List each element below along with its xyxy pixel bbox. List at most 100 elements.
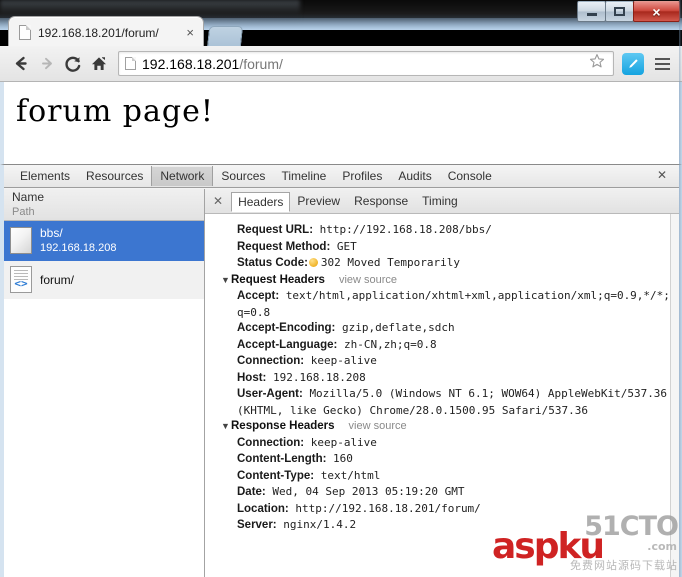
omnibox-url: 192.168.18.201/forum/ <box>142 56 589 72</box>
header-name: Content-Type: <box>237 469 315 482</box>
collapse-triangle-icon: ▼ <box>221 421 230 431</box>
tab-title: 192.168.18.201/forum/ <box>38 25 159 40</box>
detail-scrollbar[interactable] <box>670 214 679 577</box>
response-headers-section-title[interactable]: ▼Response Headers view source <box>221 419 673 435</box>
header-value: 160 <box>333 452 353 465</box>
forward-button[interactable] <box>34 51 60 77</box>
resource-row-text: forum/ <box>40 273 74 287</box>
header-value: text/html,application/xhtml+xml,applicat… <box>237 289 670 319</box>
header-value: Wed, 04 Sep 2013 05:19:20 GMT <box>272 485 465 498</box>
header-value: keep-alive <box>310 354 377 367</box>
maximize-icon <box>614 7 625 16</box>
resp-header-connection: Connection: keep-alive <box>221 435 673 452</box>
subtab-timing[interactable]: Timing <box>415 191 465 211</box>
tab-strip: 192.168.18.201/forum/ × <box>0 16 682 48</box>
status-code-text: Moved Temporarily <box>347 256 461 269</box>
subtab-headers[interactable]: Headers <box>231 191 291 212</box>
summary-value: http://192.168.18.208/bbs/ <box>319 223 492 236</box>
header-value: zh-CN,zh;q=0.8 <box>343 337 437 351</box>
column-header-path: Path <box>12 206 35 218</box>
back-button[interactable] <box>8 51 34 77</box>
resp-header-content-length: Content-Length: 160 <box>221 451 673 468</box>
view-source-link[interactable]: view source <box>349 420 407 432</box>
address-bar[interactable]: 192.168.18.201/forum/ <box>118 51 614 76</box>
headers-content: Request URL: http://192.168.18.208/bbs/ … <box>205 214 679 577</box>
header-name: Location: <box>237 502 289 515</box>
tab-console[interactable]: Console <box>440 166 500 186</box>
html-document-icon: <> <box>10 266 32 293</box>
tab-network[interactable]: Network <box>151 166 214 186</box>
section-label: Response Headers <box>231 420 335 432</box>
header-name: Accept: <box>237 290 280 302</box>
header-accept-language: Accept-Language: zh-CN,zh;q=0.8 <box>221 337 673 354</box>
detail-close-icon[interactable]: ✕ <box>211 195 231 207</box>
arrow-left-icon <box>15 56 27 71</box>
header-name: Connection: <box>237 355 305 367</box>
header-accept: Accept: text/html,application/xhtml+xml,… <box>221 288 673 320</box>
header-name: Host: <box>237 371 267 384</box>
summary-value: GET <box>336 239 357 253</box>
omnibox-path: /forum/ <box>239 55 283 72</box>
header-name: Content-Length: <box>237 453 327 465</box>
tab-resources[interactable]: Resources <box>78 166 151 186</box>
section-label: Request Headers <box>231 273 325 286</box>
header-value: gzip,deflate,sdch <box>342 321 455 334</box>
header-connection: Connection: keep-alive <box>221 353 673 370</box>
page-viewport: forum page! <box>0 82 682 164</box>
summary-request-method: Request Method: GET <box>221 239 673 256</box>
summary-status-code: Status Code: 302 Moved Temporarily <box>221 255 673 272</box>
resp-header-server: Server: nginx/1.4.2 <box>221 517 673 534</box>
header-value: text/html <box>320 468 381 482</box>
tab-close-icon[interactable]: × <box>183 26 197 39</box>
resource-row-forum[interactable]: <> forum/ <box>4 261 204 299</box>
summary-label: Request Method: <box>237 240 331 253</box>
tab-elements[interactable]: Elements <box>12 166 78 186</box>
resource-list-empty-area <box>4 299 204 577</box>
chrome-menu-button[interactable] <box>650 52 674 76</box>
reload-button[interactable] <box>60 51 86 77</box>
browser-toolbar: 192.168.18.201/forum/ <box>0 46 682 82</box>
header-name: Accept-Language: <box>237 338 338 351</box>
resp-header-content-type: Content-Type: text/html <box>221 468 673 485</box>
tab-sources[interactable]: Sources <box>213 166 273 186</box>
header-user-agent: User-Agent: Mozilla/5.0 (Windows NT 6.1;… <box>221 386 673 418</box>
tab-timeline[interactable]: Timeline <box>273 166 334 186</box>
devtools-body: Name Path bbs/ 192.168.18.208 <> forum/ … <box>4 189 679 577</box>
status-code-value: 302 <box>320 256 341 269</box>
subtab-response[interactable]: Response <box>347 191 415 211</box>
devtools-panel: Elements Resources Network Sources Timel… <box>0 164 682 577</box>
view-source-link[interactable]: view source <box>339 274 397 286</box>
devtools-close-icon[interactable]: ✕ <box>657 169 667 181</box>
tab-profiles[interactable]: Profiles <box>334 166 390 186</box>
summary-label: Status Code: <box>237 257 308 269</box>
request-headers-section-title[interactable]: ▼Request Headers view source <box>221 273 673 289</box>
omnibox-favicon-icon <box>125 57 136 70</box>
browser-tab-active[interactable]: 192.168.18.201/forum/ × <box>8 16 204 48</box>
tab-audits[interactable]: Audits <box>390 166 439 186</box>
extension-button[interactable] <box>622 52 644 75</box>
new-tab-button[interactable] <box>206 26 244 48</box>
header-value: http://192.168.18.201/forum/ <box>295 501 481 515</box>
summary-label: Request URL: <box>237 224 314 236</box>
header-name: Accept-Encoding: <box>237 322 336 334</box>
devtools-tabbar: Elements Resources Network Sources Timel… <box>4 165 679 188</box>
bookmark-star-icon[interactable] <box>589 53 605 74</box>
header-name: User-Agent: <box>237 388 303 400</box>
resource-row-text: bbs/ 192.168.18.208 <box>40 226 116 255</box>
home-button[interactable] <box>86 51 112 77</box>
resource-path: 192.168.18.208 <box>40 242 117 254</box>
subtab-preview[interactable]: Preview <box>290 191 347 211</box>
header-value: nginx/1.4.2 <box>283 518 357 531</box>
network-resource-list: Name Path bbs/ 192.168.18.208 <> forum/ <box>4 189 205 577</box>
header-name: Date: <box>237 486 266 498</box>
resource-row-bbs[interactable]: bbs/ 192.168.18.208 <box>4 221 204 261</box>
pen-icon <box>629 58 638 68</box>
document-icon <box>10 227 32 254</box>
header-name: Server: <box>237 519 277 531</box>
request-detail-pane: ✕ Headers Preview Response Timing Reques… <box>205 189 679 577</box>
browser-window: × 192.168.18.201/forum/ × 192.168.18.201… <box>0 0 682 577</box>
request-detail-tabbar: ✕ Headers Preview Response Timing <box>205 189 679 214</box>
header-name: Connection: <box>237 436 305 449</box>
omnibox-host: 192.168.18.201 <box>142 55 240 72</box>
column-header-name: Name <box>12 190 45 204</box>
